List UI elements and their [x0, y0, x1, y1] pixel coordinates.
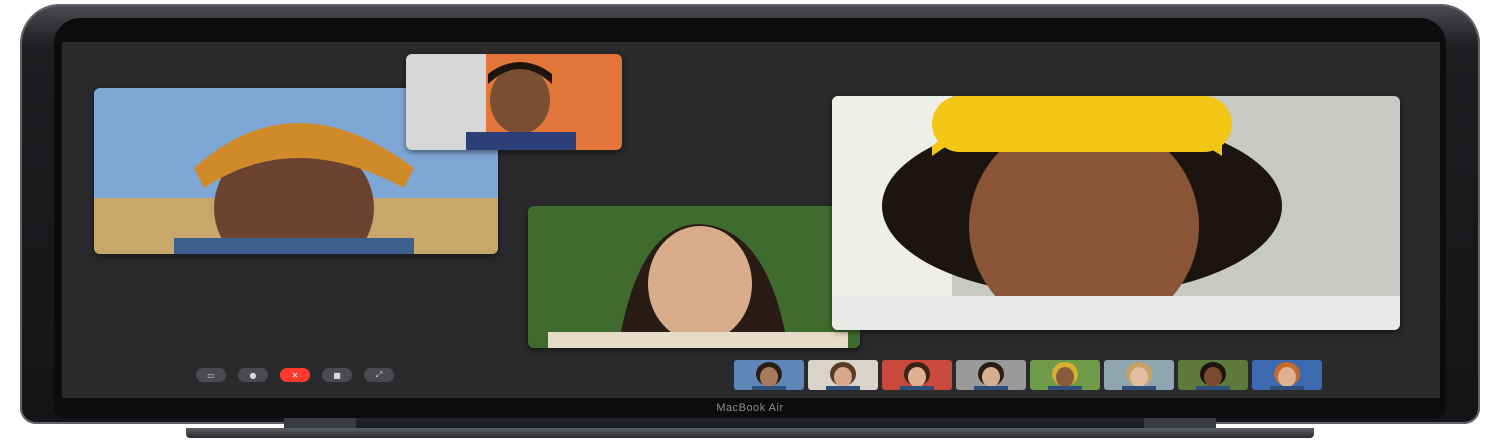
device-label: MacBook Air: [716, 402, 784, 414]
participant-thumbnail[interactable]: [808, 360, 878, 390]
camera-button[interactable]: ■: [322, 368, 352, 382]
participant-thumbnail[interactable]: [734, 360, 804, 390]
participant-thumbnail[interactable]: [1252, 360, 1322, 390]
participant-thumbnail-video: [808, 360, 878, 390]
participant-thumbnail-video: [956, 360, 1026, 390]
participant-thumbnail-video: [734, 360, 804, 390]
microphone-icon: ●: [249, 370, 257, 380]
participant-thumbnail-video: [1104, 360, 1174, 390]
participant-thumbnail-video: [1252, 360, 1322, 390]
participant-strip: [734, 360, 1322, 390]
participant-thumbnail[interactable]: [882, 360, 952, 390]
participant-thumbnail[interactable]: [1030, 360, 1100, 390]
participant-thumbnail-video: [1178, 360, 1248, 390]
participant-thumbnail[interactable]: [956, 360, 1026, 390]
participant-video-2: [406, 54, 622, 150]
participant-thumbnail-video: [882, 360, 952, 390]
participant-video-3: [528, 206, 860, 348]
laptop-base: [186, 428, 1314, 438]
call-controls: ▭ ● ✕ ■ ⤢: [196, 368, 394, 384]
participant-video-4: [832, 96, 1400, 330]
sidebar-icon: ▭: [207, 370, 215, 380]
video-tile-participant-2[interactable]: [406, 54, 622, 150]
participant-thumbnail[interactable]: [1178, 360, 1248, 390]
sidebar-button[interactable]: ▭: [196, 368, 226, 382]
video-tile-participant-3[interactable]: [528, 206, 860, 348]
end-call-button[interactable]: ✕: [280, 368, 310, 382]
mute-button[interactable]: ●: [238, 368, 268, 382]
facetime-window: ▭ ● ✕ ■ ⤢: [62, 42, 1440, 398]
product-photo: ▭ ● ✕ ■ ⤢ MacBook Air: [0, 0, 1500, 448]
fullscreen-button[interactable]: ⤢: [364, 368, 394, 382]
participant-thumbnail[interactable]: [1104, 360, 1174, 390]
close-icon: ✕: [291, 370, 299, 380]
video-tile-participant-4[interactable]: [832, 96, 1400, 330]
participant-thumbnail-video: [1030, 360, 1100, 390]
video-camera-icon: ■: [333, 370, 341, 380]
expand-icon: ⤢: [375, 370, 383, 379]
